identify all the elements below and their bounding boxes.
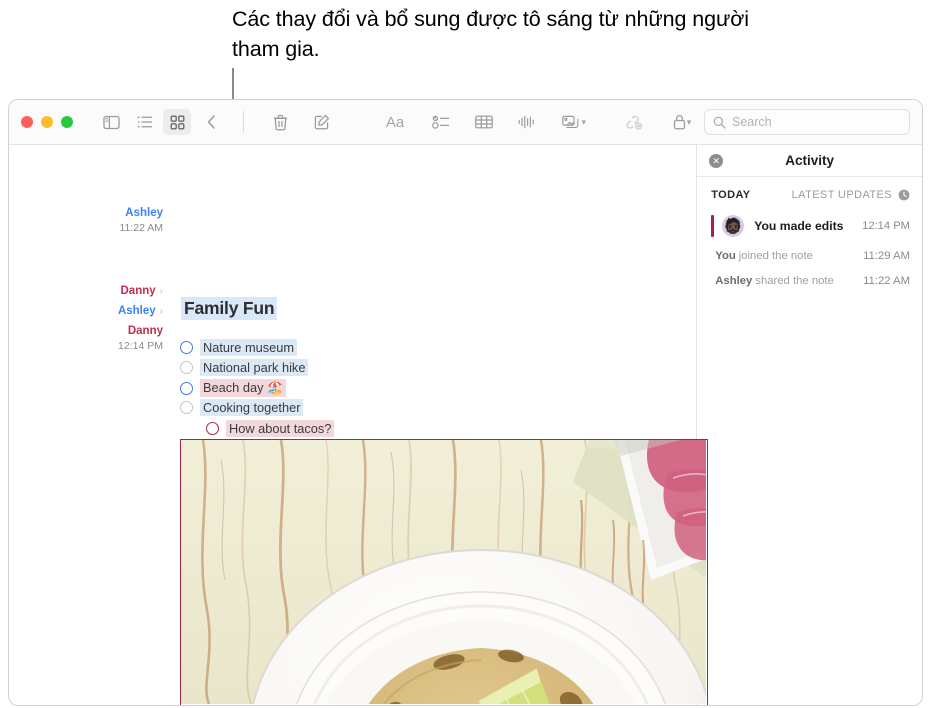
checkbox-circle-icon[interactable]	[180, 381, 193, 395]
lock-icon	[673, 115, 685, 130]
note-pane: Ashley 11:22 AM Danny › Ashley › Danny 12:…	[9, 145, 708, 705]
todo-text: How about tacos?	[226, 420, 335, 437]
chevron-right-icon: ›	[159, 286, 163, 297]
chevron-left-icon	[207, 115, 215, 129]
screenshot-root: Các thay đổi và bổ sung được tô sáng từ …	[0, 0, 931, 708]
table-button[interactable]	[470, 109, 498, 135]
todo-item[interactable]: Nature museum	[180, 339, 298, 356]
list-icon	[137, 116, 152, 128]
link-button[interactable]	[620, 109, 648, 135]
compose-icon	[314, 114, 330, 130]
todo-text: Nature museum	[200, 339, 298, 356]
chevron-down-icon: ▾	[581, 116, 586, 127]
chevron-down-icon: ▾	[686, 116, 692, 127]
author-name: Danny	[120, 285, 156, 297]
audio-button[interactable]	[512, 109, 540, 135]
aa-icon: Aa	[385, 113, 405, 131]
todo-item[interactable]: Cooking together	[180, 399, 304, 416]
todo-item[interactable]: National park hike	[180, 359, 309, 376]
media-button[interactable]: ▾	[562, 109, 586, 135]
activity-actor: Ashley	[715, 275, 753, 287]
author-name: Danny	[127, 325, 163, 337]
sidebar-toggle-button[interactable]	[97, 109, 125, 135]
back-button[interactable]	[197, 109, 225, 135]
gutter-entry[interactable]: Ashley 11:22 AM	[119, 203, 163, 234]
activity-actor: You	[715, 250, 736, 262]
note-title[interactable]: Family Fun	[181, 297, 278, 320]
format-button[interactable]: Aa	[378, 109, 412, 135]
checkbox-circle-icon[interactable]	[206, 422, 219, 435]
trash-icon	[273, 114, 287, 130]
activity-item-time: 11:29 AM	[863, 250, 910, 262]
checkbox-circle-icon[interactable]	[180, 341, 193, 354]
link-add-icon	[626, 115, 643, 130]
chevron-right-icon: ›	[159, 306, 163, 317]
window-body: Ashley 11:22 AM Danny › Ashley › Danny 12:…	[9, 145, 922, 705]
todo-text: National park hike	[200, 359, 309, 376]
activity-title: Activity	[785, 153, 835, 168]
gutter-entry[interactable]: Ashley ›	[118, 301, 163, 319]
window-controls	[21, 116, 73, 128]
close-button[interactable]	[21, 116, 33, 128]
search-placeholder: Search	[732, 115, 772, 129]
media-icon	[562, 115, 579, 128]
note-photo[interactable]	[180, 439, 708, 705]
activity-entry-time: 12:14 PM	[862, 220, 910, 232]
lock-button[interactable]: ▾	[670, 109, 694, 135]
callout-text: Các thay đổi và bổ sung được tô sáng từ …	[232, 7, 749, 61]
minimize-button[interactable]	[41, 116, 53, 128]
activity-list-item[interactable]: Ashley shared the note 11:22 AM	[697, 275, 922, 287]
checklist-button[interactable]	[426, 109, 456, 135]
todo-text: Cooking together	[200, 399, 304, 416]
activity-subheader: TODAY LATEST UPDATES	[697, 177, 922, 201]
close-activity-button[interactable]: ✕	[709, 154, 724, 168]
checklist-icon	[432, 115, 449, 129]
activity-header: ✕ Activity	[697, 145, 922, 177]
sidebar-icon	[102, 115, 120, 129]
today-label: TODAY	[711, 189, 751, 201]
toolbar: Aa ▾ ▾ Search	[9, 100, 922, 145]
toolbar-divider-1	[243, 111, 244, 133]
compose-button[interactable]	[308, 109, 336, 135]
table-icon	[475, 115, 493, 129]
author-time: 12:14 PM	[118, 340, 163, 352]
list-view-button[interactable]	[131, 109, 159, 135]
search-input[interactable]: Search	[704, 109, 910, 135]
author-name: Ashley	[117, 305, 156, 317]
gutter-entry[interactable]: Danny ›	[121, 281, 164, 299]
author-time: 11:22 AM	[119, 222, 163, 234]
todo-item[interactable]: Beach day 🏖️	[180, 379, 286, 397]
activity-action: shared the note	[755, 275, 834, 287]
avatar: 🧔🏿	[722, 215, 745, 237]
delete-button[interactable]	[266, 109, 294, 135]
unread-indicator	[711, 215, 715, 237]
gallery-view-button[interactable]	[163, 109, 191, 135]
checkbox-circle-icon[interactable]	[180, 361, 193, 374]
notes-window: Aa ▾ ▾ Search Ashley 11:22 AM Danny › As…	[8, 99, 923, 706]
taco-photo	[181, 440, 706, 704]
activity-entry-text: You made edits	[754, 219, 844, 233]
activity-panel: ✕ Activity TODAY LATEST UPDATES 🧔🏿 You m…	[696, 145, 922, 705]
activity-action: joined the note	[738, 250, 813, 262]
todo-item[interactable]: How about tacos?	[206, 420, 335, 437]
activity-list-item[interactable]: You joined the note 11:29 AM	[697, 250, 922, 262]
zoom-button[interactable]	[61, 116, 73, 128]
waveform-icon	[518, 115, 534, 129]
gutter-entry[interactable]: Danny 12:14 PM	[118, 321, 163, 352]
clock-icon[interactable]	[898, 189, 910, 201]
author-name: Ashley	[125, 207, 163, 219]
todo-text: Beach day 🏖️	[200, 379, 286, 397]
activity-entry[interactable]: 🧔🏿 You made edits 12:14 PM	[697, 201, 922, 237]
grid-icon	[170, 115, 184, 129]
checkbox-circle-icon[interactable]	[180, 401, 193, 414]
search-icon	[713, 116, 726, 129]
activity-item-time: 11:22 AM	[863, 275, 910, 287]
latest-updates-label[interactable]: LATEST UPDATES	[792, 189, 892, 201]
